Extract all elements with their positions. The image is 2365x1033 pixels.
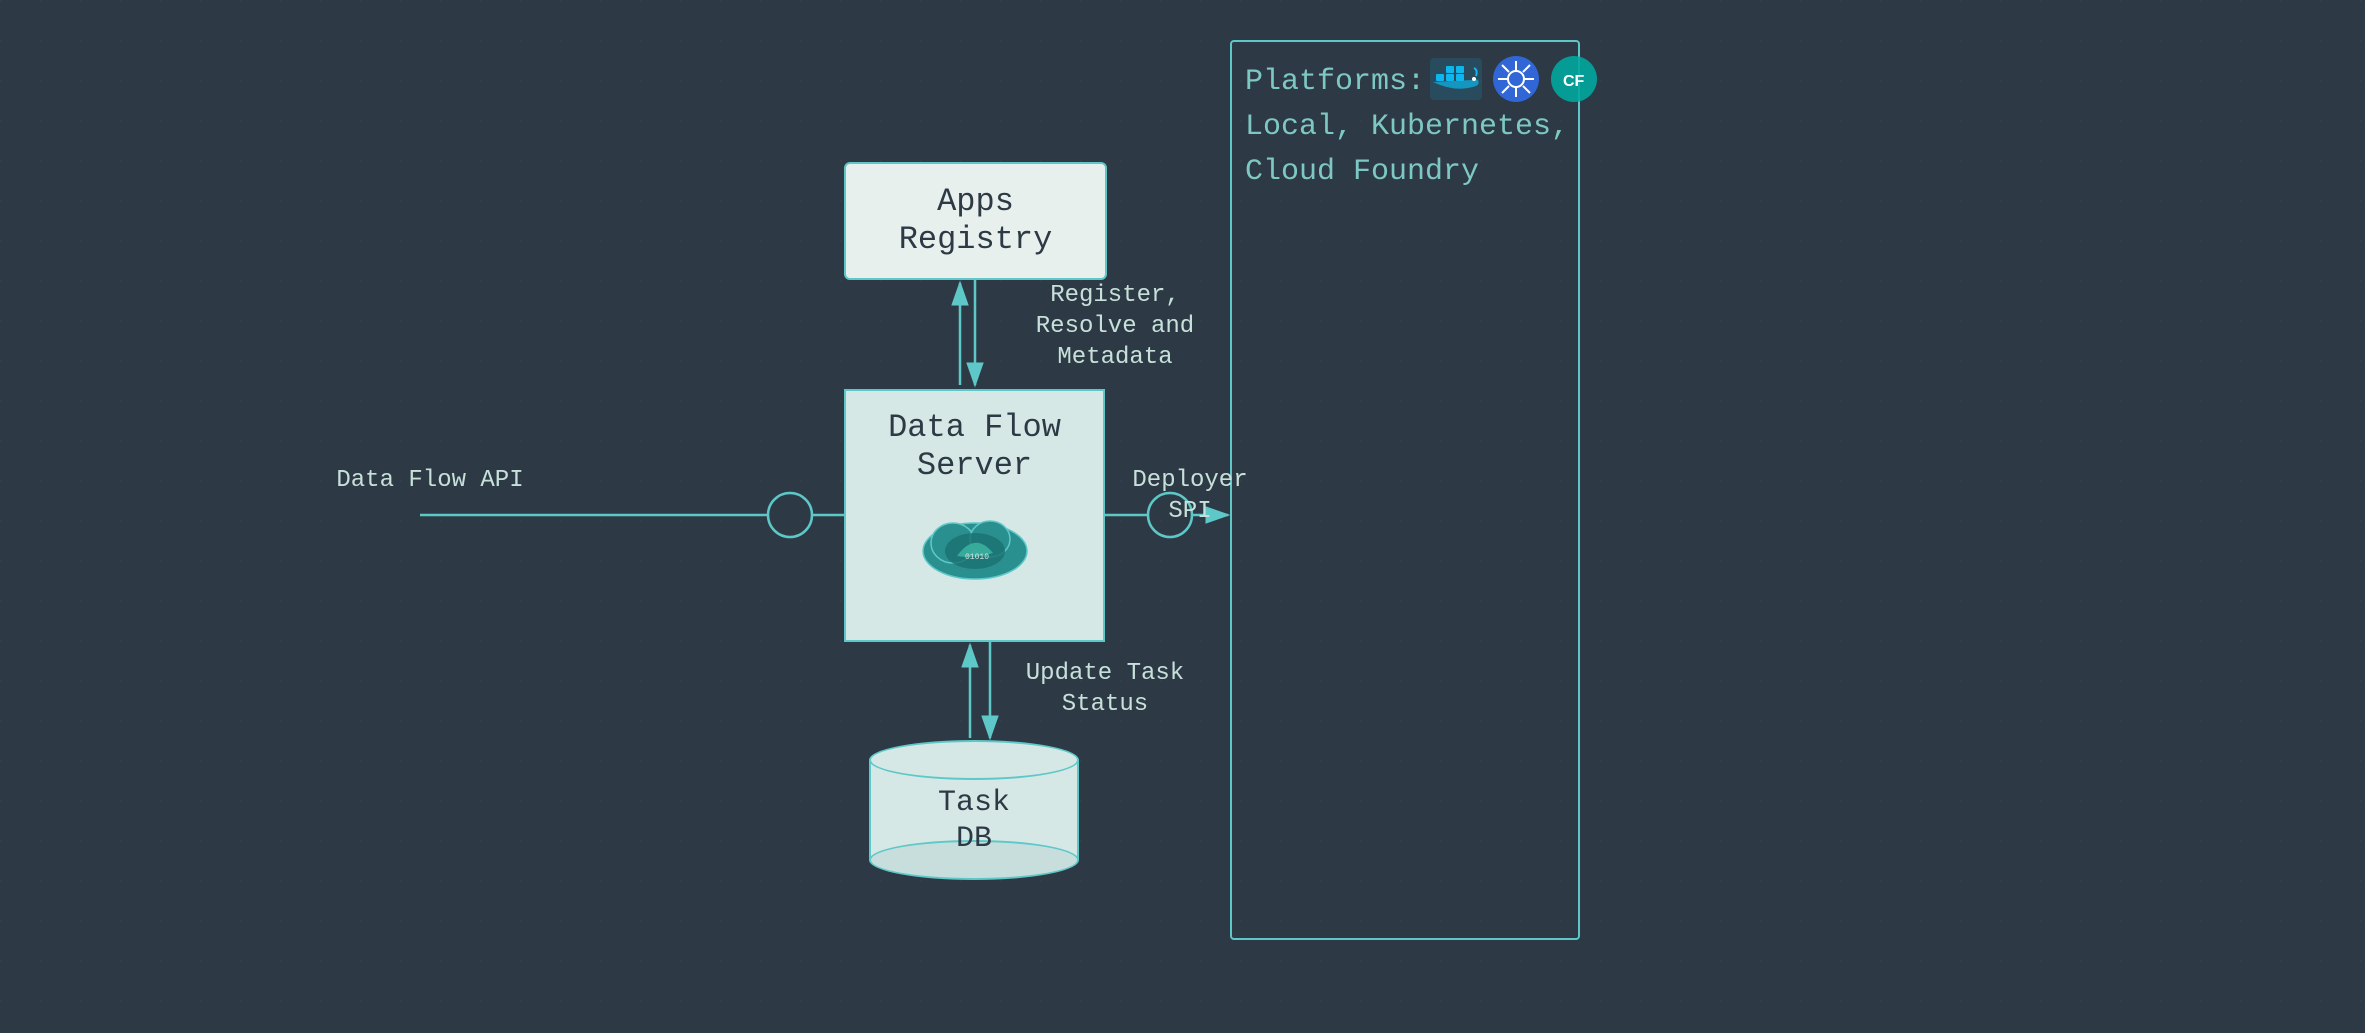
data-flow-server-box: Data FlowServer 01010 [844, 389, 1105, 642]
deployer-spi-label: Deployer SPI [1105, 465, 1275, 527]
apps-registry-box: AppsRegistry [844, 162, 1107, 280]
platform-icons: CF [1430, 55, 1598, 103]
update-task-status-label: Update TaskStatus [1005, 658, 1205, 720]
register-resolve-label: Register, Resolve andMetadata [1000, 280, 1230, 374]
data-flow-server-label: Data FlowServer [888, 409, 1061, 486]
svg-text:01010: 01010 [965, 553, 989, 562]
diagram-container: AppsRegistry Data FlowServer 01010 TaskD… [0, 0, 2365, 1033]
task-db-label: TaskDB [869, 785, 1079, 857]
kubernetes-icon [1492, 55, 1540, 103]
svg-text:CF: CF [1563, 73, 1585, 90]
platforms-items: Local, Kubernetes,Cloud Foundry [1245, 110, 1569, 189]
cylinder-top [869, 740, 1079, 780]
data-flow-api-label: Data Flow API [320, 465, 540, 496]
platforms-title: Platforms: [1245, 65, 1425, 99]
task-db: TaskDB [869, 740, 1079, 880]
cloud-server-icon: 01010 [915, 501, 1035, 586]
docker-icon [1430, 58, 1482, 100]
cloud-foundry-icon: CF [1550, 55, 1598, 103]
apps-registry-label: AppsRegistry [899, 183, 1053, 260]
